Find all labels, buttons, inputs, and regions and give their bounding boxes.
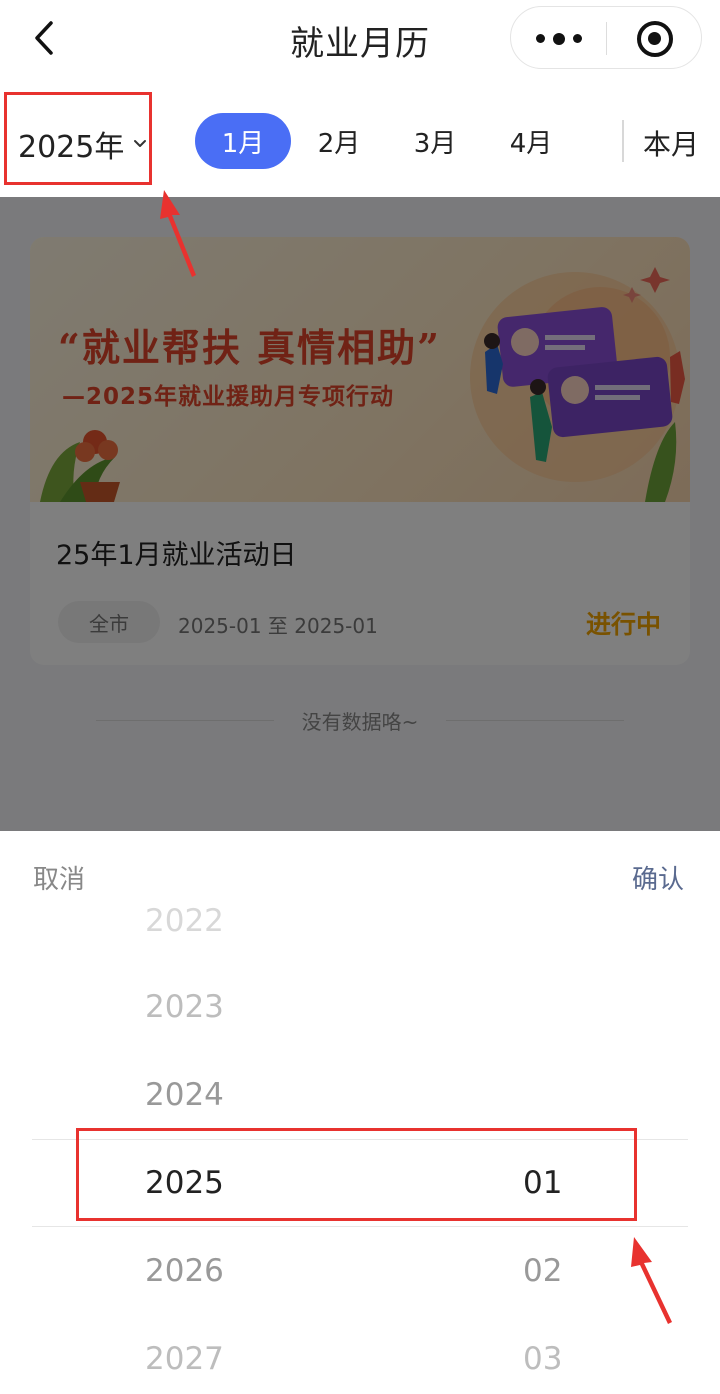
picker-year-item[interactable]: 2022 xyxy=(145,877,224,965)
annotation-box-year-selector xyxy=(4,92,152,185)
nav-header: 就业月历 xyxy=(0,0,720,80)
more-dots-icon xyxy=(535,34,545,43)
confirm-button[interactable]: 确认 xyxy=(632,859,684,896)
picker-month-item[interactable]: 02 xyxy=(523,1227,562,1315)
target-icon xyxy=(636,20,673,57)
tab-month-2[interactable]: 2月 xyxy=(291,113,387,169)
annotation-arrow-icon xyxy=(631,1237,672,1324)
picker-year-item[interactable]: 2023 xyxy=(145,963,224,1051)
annotation-arrow-icon xyxy=(160,190,196,277)
close-button[interactable] xyxy=(607,7,702,70)
tab-month-4[interactable]: 4月 xyxy=(483,113,579,169)
month-tabs: 1月 2月 3月 4月 xyxy=(195,113,579,169)
date-picker: 取消 确认 2022 2023 2024 2025 2026 2027 01 0… xyxy=(0,831,720,1394)
modal-overlay[interactable] xyxy=(0,197,720,831)
cancel-button[interactable]: 取消 xyxy=(33,859,85,896)
divider xyxy=(622,120,624,162)
mini-program-capsule xyxy=(510,6,702,69)
picker-year-item[interactable]: 2026 xyxy=(145,1227,224,1315)
annotation-box-picker-selection xyxy=(76,1128,637,1221)
picker-year-item[interactable]: 2024 xyxy=(145,1051,224,1139)
more-button[interactable] xyxy=(511,7,606,70)
picker-indicator-bottom xyxy=(32,1226,688,1227)
tab-month-1[interactable]: 1月 xyxy=(195,113,291,169)
this-month-button[interactable]: 本月 xyxy=(643,123,699,163)
tab-month-3[interactable]: 3月 xyxy=(387,113,483,169)
picker-year-item[interactable]: 2027 xyxy=(145,1315,224,1394)
picker-month-item[interactable]: 03 xyxy=(523,1315,562,1394)
